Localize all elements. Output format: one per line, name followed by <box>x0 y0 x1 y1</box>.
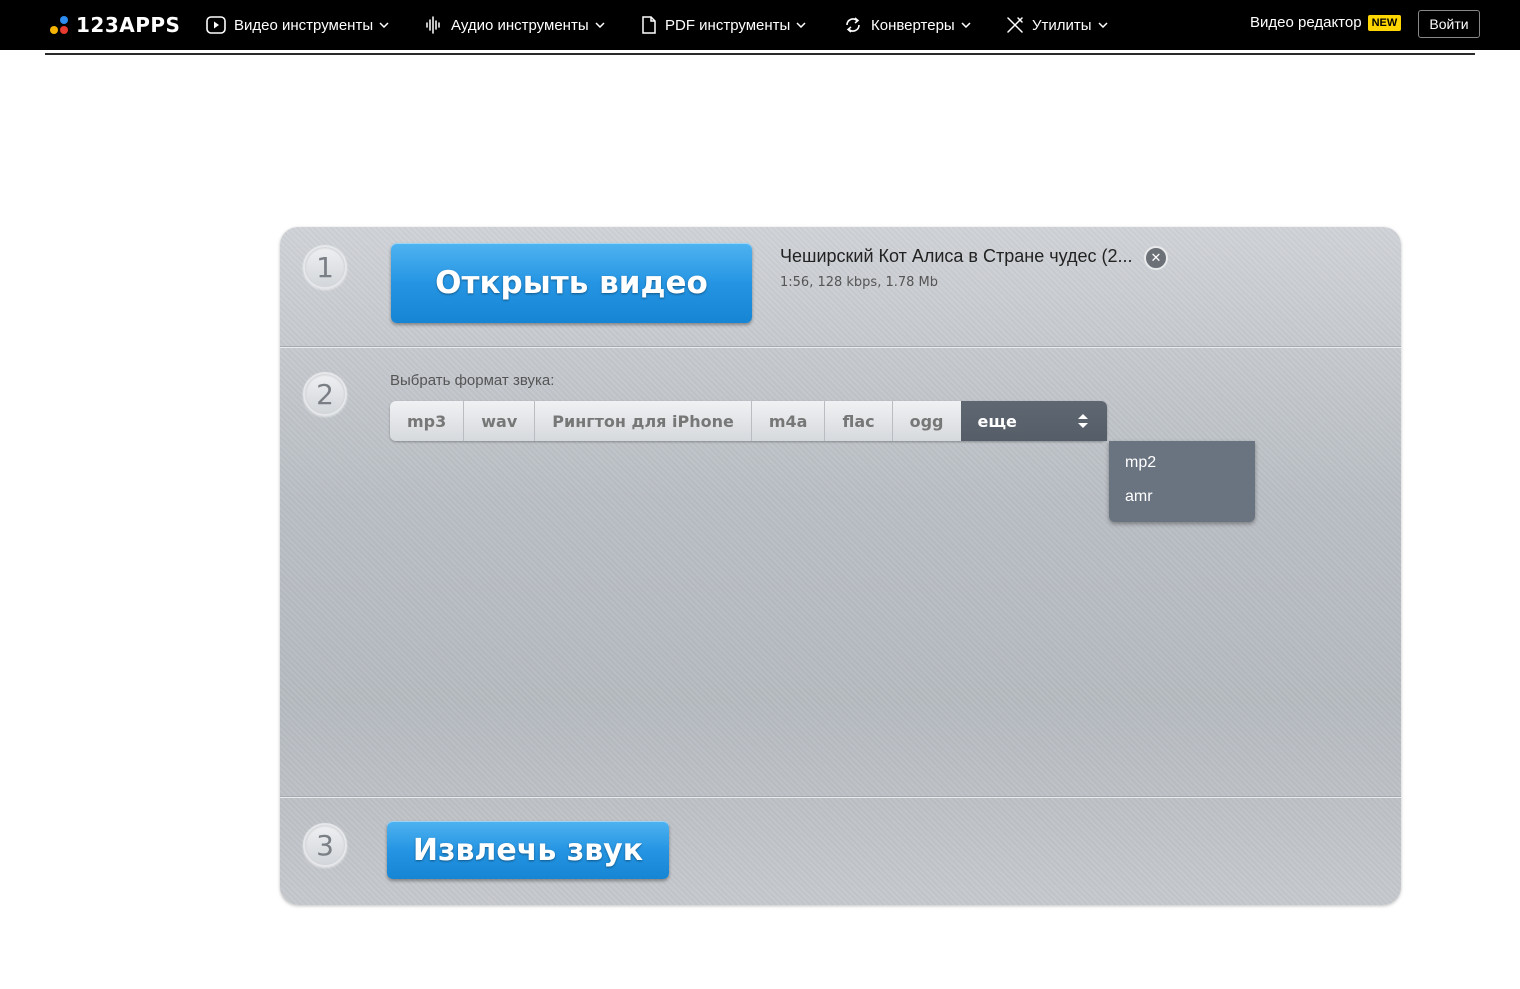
nav-video-tools-label: Видео инструменты <box>234 16 374 34</box>
chevron-down-icon <box>961 22 971 28</box>
logo[interactable]: 123APPS <box>48 12 180 38</box>
more-formats-list: mp2 amr <box>1109 441 1255 522</box>
top-navigation-bar: 123APPS Видео инструменты Аудио инструме… <box>0 0 1520 50</box>
nav-pdf-tools-label: PDF инструменты <box>665 16 791 34</box>
format-label: Выбрать формат звука: <box>390 372 555 389</box>
play-circle-icon <box>206 16 226 34</box>
nav-utilities-label: Утилиты <box>1032 16 1092 34</box>
convert-arrows-icon <box>846 17 860 33</box>
nav-converters-label: Конвертеры <box>871 16 955 34</box>
format-mp3-button[interactable]: mp3 <box>390 401 465 441</box>
nav-utilities[interactable]: Утилиты <box>1006 12 1108 38</box>
format-option-mp2[interactable]: mp2 <box>1125 454 1156 472</box>
step-1-number: 1 <box>303 245 347 289</box>
nav-video-tools[interactable]: Видео инструменты <box>206 12 389 38</box>
nav-converters[interactable]: Конвертеры <box>843 12 971 38</box>
chevron-down-icon <box>796 22 806 28</box>
step-2-number: 2 <box>303 372 347 416</box>
file-meta: 1:56, 128 kbps, 1.78 Mb <box>780 275 939 290</box>
file-name: Чеширский Кот Алиса в Стране чудес (2... <box>780 246 1133 266</box>
chevron-down-icon <box>1098 22 1108 28</box>
format-flac-button[interactable]: flac <box>825 401 893 441</box>
more-formats-dropdown[interactable]: еще <box>960 401 1107 441</box>
format-iphone-ringtone-button[interactable]: Рингтон для iPhone <box>535 401 752 441</box>
format-m4a-button[interactable]: m4a <box>751 401 826 441</box>
format-ogg-button[interactable]: ogg <box>892 401 961 441</box>
waveform-icon <box>426 16 440 34</box>
format-option-amr[interactable]: amr <box>1125 488 1153 506</box>
open-video-button[interactable]: Открыть видео <box>391 243 752 323</box>
nav-audio-tools[interactable]: Аудио инструменты <box>425 12 605 38</box>
format-wav-button[interactable]: wav <box>464 401 536 441</box>
step-divider <box>280 796 1401 798</box>
chevron-down-icon <box>379 22 389 28</box>
chevron-down-icon <box>595 22 605 28</box>
header-divider <box>45 53 1475 55</box>
sort-arrows-icon <box>1077 414 1088 428</box>
tool-panel: 1 Открыть видео Чеширский Кот Алиса в Ст… <box>280 227 1401 905</box>
tools-icon <box>1007 17 1023 33</box>
video-editor-link[interactable]: Видео редактор NEW <box>1250 14 1402 31</box>
step-3-number: 3 <box>303 823 347 867</box>
step-divider <box>280 346 1401 348</box>
nav-audio-tools-label: Аудио инструменты <box>451 16 589 34</box>
nav-pdf-tools[interactable]: PDF инструменты <box>641 12 806 38</box>
video-editor-label: Видео редактор <box>1250 14 1362 31</box>
new-badge: NEW <box>1367 14 1402 31</box>
document-icon <box>642 16 656 34</box>
format-selector: mp3 wav Рингтон для iPhone m4a flac ogg … <box>390 401 1107 441</box>
remove-file-icon[interactable]: ✕ <box>1144 246 1168 270</box>
logo-text: 123APPS <box>76 13 181 37</box>
login-button[interactable]: Войти <box>1418 10 1480 38</box>
logo-dots-icon <box>48 13 72 37</box>
more-formats-label: еще <box>977 411 1017 431</box>
extract-audio-button[interactable]: Извлечь звук <box>387 821 669 879</box>
